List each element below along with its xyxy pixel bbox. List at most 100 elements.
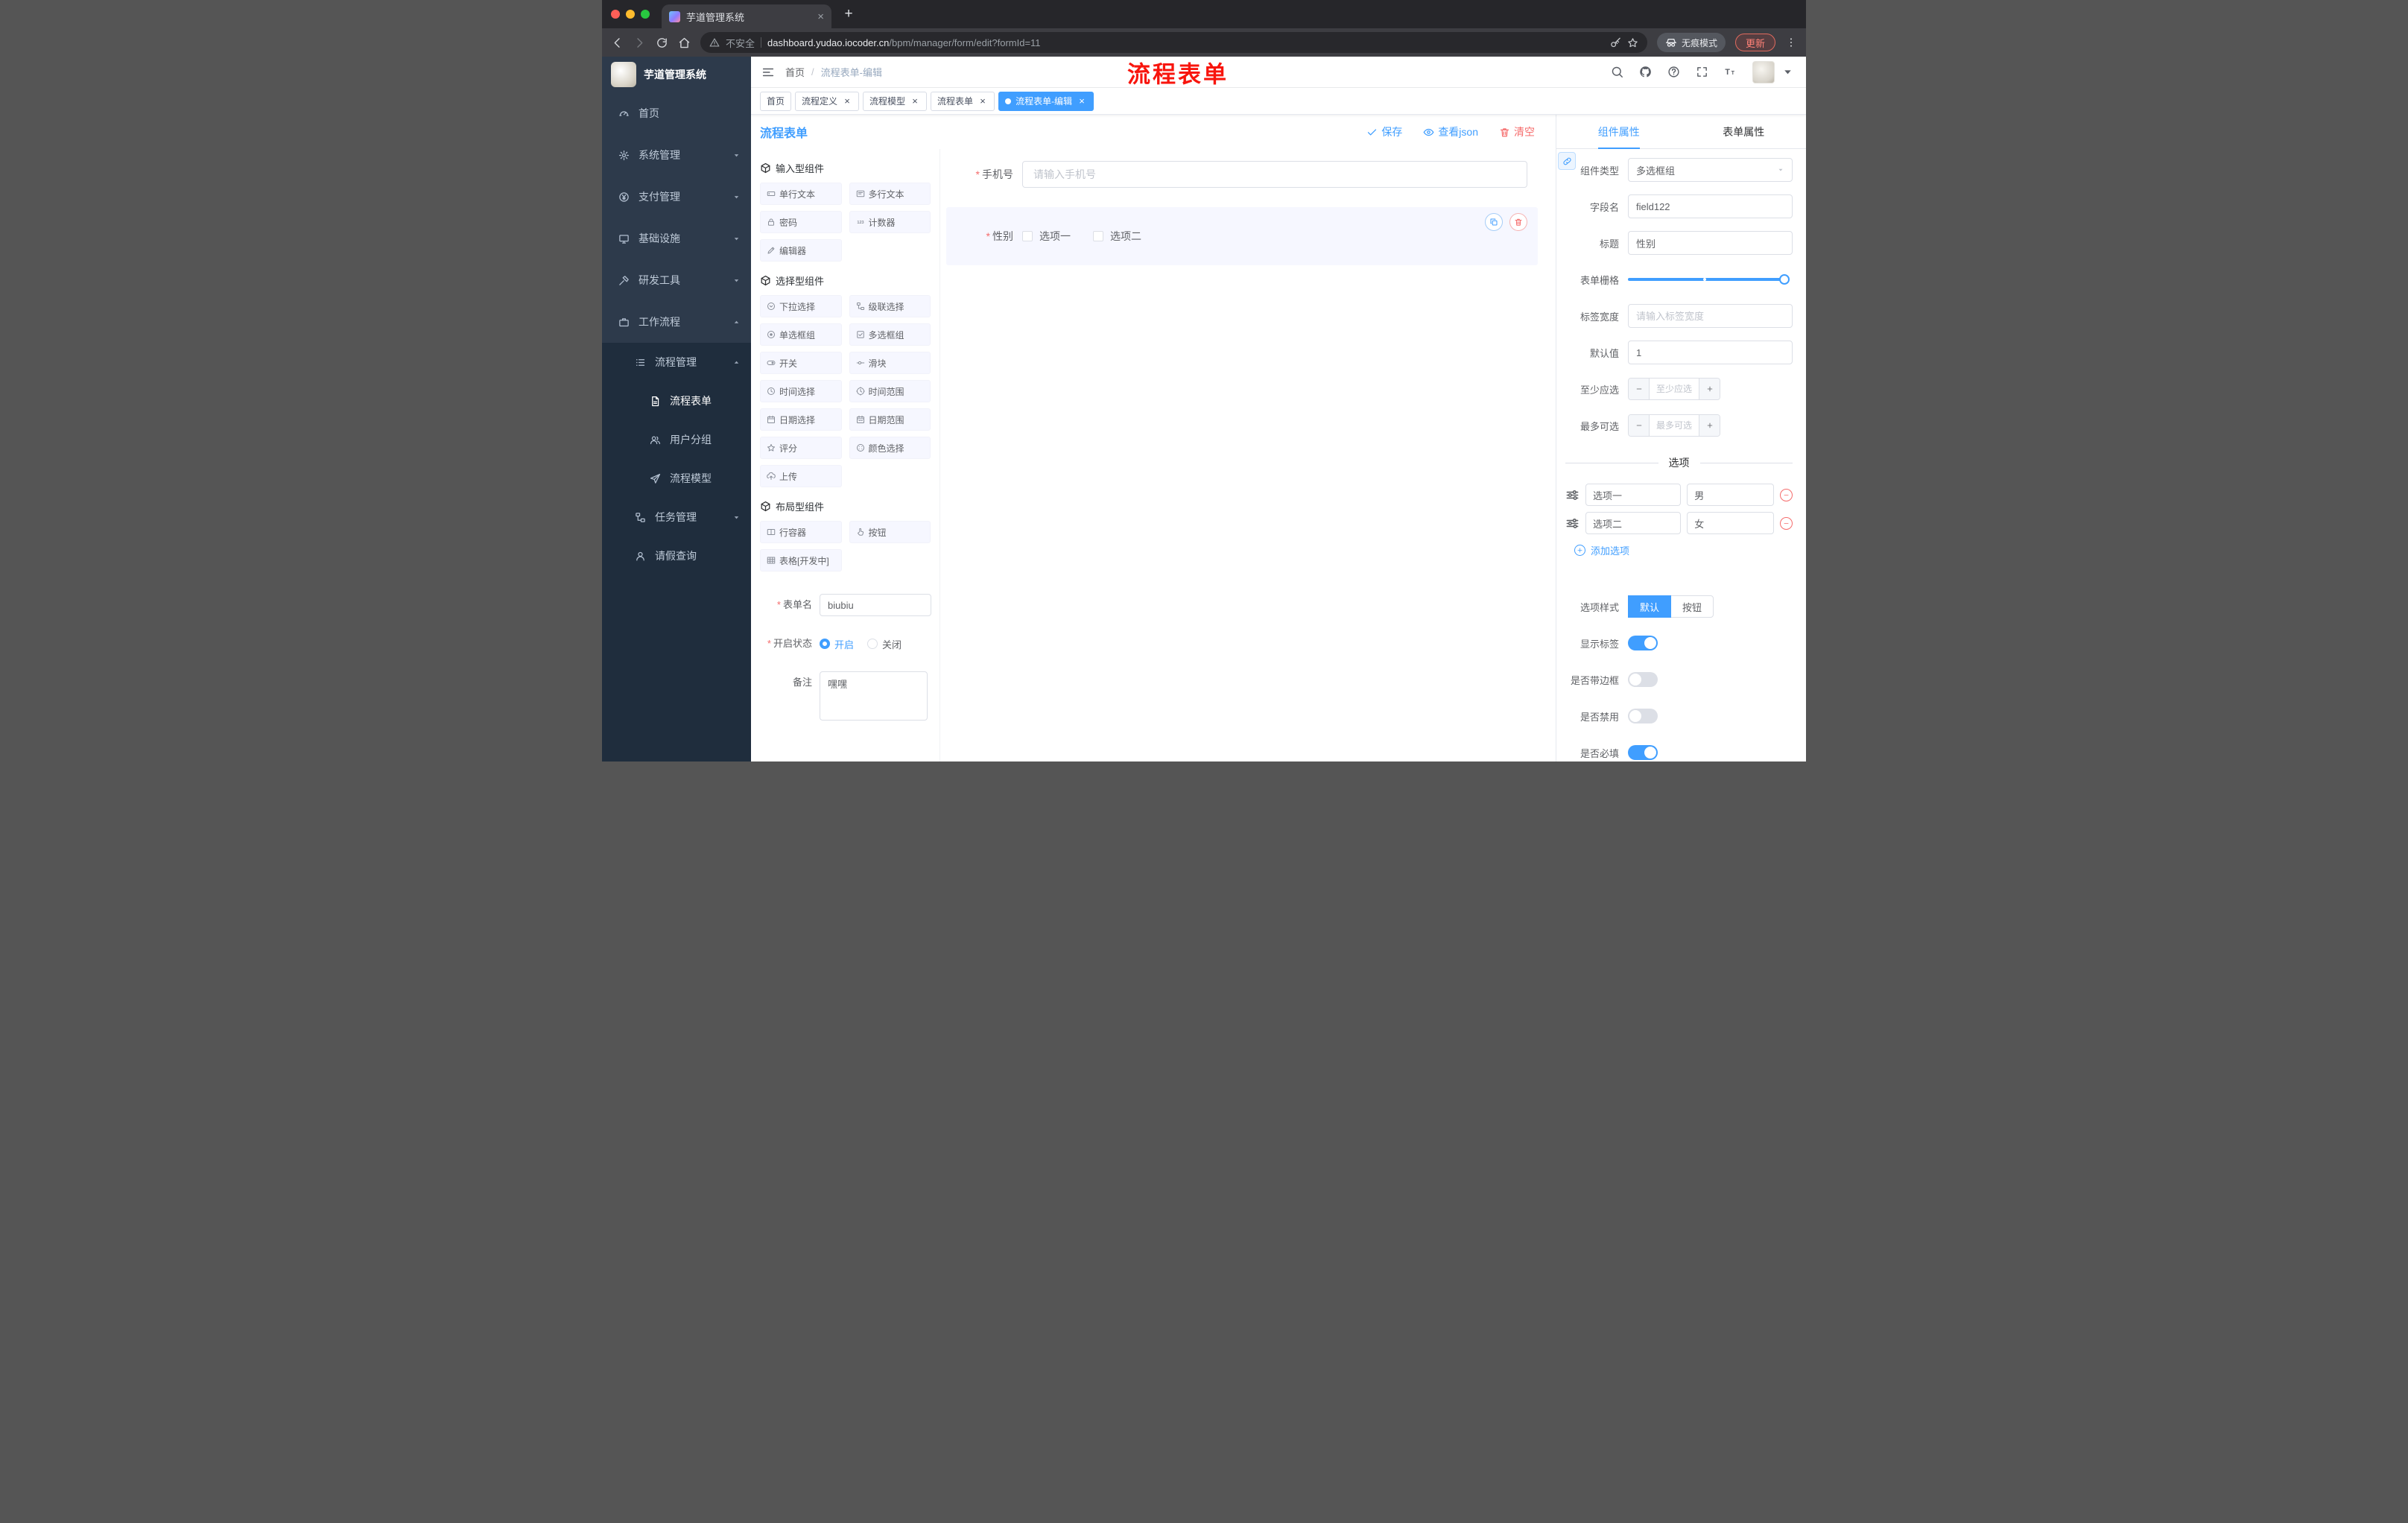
palette-item-radio-group[interactable]: 单选框组 xyxy=(760,323,842,346)
palette-item-time-picker[interactable]: 时间选择 xyxy=(760,380,842,402)
reload-icon[interactable] xyxy=(656,37,668,49)
address-bar[interactable]: 不安全 dashboard.yudao.iocoder.cn/bpm/manag… xyxy=(700,32,1647,53)
palette-item-password[interactable]: 密码 xyxy=(760,211,842,233)
component-type-select[interactable]: 多选框组 xyxy=(1628,158,1793,182)
gender-widget-selected[interactable]: * 性别 选项一 选项二 xyxy=(946,207,1538,265)
palette-item-date-picker[interactable]: 日期选择 xyxy=(760,408,842,431)
browser-tab[interactable]: 芋道管理系统 × xyxy=(662,4,831,28)
palette-item-checkbox-group[interactable]: 多选框组 xyxy=(849,323,931,346)
font-size-icon[interactable] xyxy=(1724,66,1737,78)
palette-item-switch[interactable]: 开关 xyxy=(760,352,842,374)
sidebar-item-process-model[interactable]: 流程模型 xyxy=(602,459,751,498)
sidebar-item-workflow[interactable]: 工作流程 xyxy=(602,301,751,343)
option-style-choice[interactable]: 默认 xyxy=(1628,595,1672,618)
window-minimize-button[interactable] xyxy=(626,10,635,19)
tag-process-form[interactable]: 流程表单 × xyxy=(931,91,995,111)
slider-handle[interactable] xyxy=(1779,274,1790,285)
tag-process-definition[interactable]: 流程定义 × xyxy=(795,91,860,111)
show-label-switch[interactable] xyxy=(1628,636,1658,650)
palette-item-counter[interactable]: 计数器 xyxy=(849,211,931,233)
github-icon[interactable] xyxy=(1639,66,1652,78)
tag-close-icon[interactable]: × xyxy=(1077,96,1087,106)
sidebar-item-home[interactable]: 首页 xyxy=(602,92,751,134)
min-select-input[interactable] xyxy=(1650,379,1699,399)
gender-checkbox[interactable]: 选项二 xyxy=(1093,229,1141,244)
phone-input[interactable] xyxy=(1022,161,1527,188)
browser-menu-icon[interactable] xyxy=(1785,37,1797,48)
sidebar-item-devtools[interactable]: 研发工具 xyxy=(602,259,751,301)
sidebar-item-user-group[interactable]: 用户分组 xyxy=(602,420,751,459)
fullscreen-icon[interactable] xyxy=(1696,66,1708,78)
option-label-input[interactable] xyxy=(1585,484,1682,506)
tag-process-model[interactable]: 流程模型 × xyxy=(863,91,928,111)
back-icon[interactable] xyxy=(611,37,624,49)
tab-form-props[interactable]: 表单属性 xyxy=(1682,115,1807,148)
required-switch[interactable] xyxy=(1628,745,1658,760)
home-icon[interactable] xyxy=(678,37,691,49)
palette-item-rate[interactable]: 评分 xyxy=(760,437,842,459)
increase-button[interactable] xyxy=(1699,379,1720,399)
sidebar-item-task-management[interactable]: 任务管理 xyxy=(602,498,751,536)
help-icon[interactable] xyxy=(1667,66,1680,78)
sidebar-item-infrastructure[interactable]: 基础设施 xyxy=(602,218,751,259)
tab-component-props[interactable]: 组件属性 xyxy=(1556,115,1682,148)
option-value-input[interactable] xyxy=(1687,484,1774,506)
gender-checkbox[interactable]: 选项一 xyxy=(1022,229,1071,244)
window-close-button[interactable] xyxy=(611,10,620,19)
bookmark-star-icon[interactable] xyxy=(1627,37,1638,48)
label-width-input[interactable] xyxy=(1628,304,1793,328)
remove-option-button[interactable] xyxy=(1780,516,1793,530)
tag-close-icon[interactable]: × xyxy=(978,96,988,106)
decrease-button[interactable] xyxy=(1629,379,1650,399)
sidebar-item-payment[interactable]: 支付管理 xyxy=(602,176,751,218)
remove-option-button[interactable] xyxy=(1780,488,1793,501)
status-radio[interactable]: 开启 xyxy=(820,637,854,651)
disabled-switch[interactable] xyxy=(1628,709,1658,723)
palette-item-date-range[interactable]: 日期范围 xyxy=(849,408,931,431)
avatar[interactable] xyxy=(1752,60,1775,83)
form-grid-slider[interactable] xyxy=(1628,267,1793,291)
tag-home[interactable]: 首页 × xyxy=(760,91,792,111)
sidebar-toggle-icon[interactable] xyxy=(761,66,775,79)
copy-widget-button[interactable] xyxy=(1485,213,1503,231)
option-label-input[interactable] xyxy=(1585,512,1682,534)
forward-icon[interactable] xyxy=(633,37,646,49)
default-value-input[interactable] xyxy=(1628,341,1793,364)
anchor-link-button[interactable] xyxy=(1558,152,1576,170)
tag-close-icon[interactable]: × xyxy=(910,96,920,106)
palette-item-row-container[interactable]: 行容器 xyxy=(760,521,842,543)
palette-item-color-picker[interactable]: 颜色选择 xyxy=(849,437,931,459)
palette-item-upload[interactable]: 上传 xyxy=(760,465,842,487)
max-select-input[interactable] xyxy=(1650,415,1699,436)
update-button[interactable]: 更新 xyxy=(1734,34,1775,51)
view-json-button[interactable]: 查看json xyxy=(1423,124,1478,139)
breadcrumb-home[interactable]: 首页 xyxy=(785,65,805,79)
avatar-caret-icon[interactable] xyxy=(1781,66,1794,78)
drag-handle-icon[interactable] xyxy=(1565,488,1580,502)
drag-handle-icon[interactable] xyxy=(1565,516,1580,531)
clear-button[interactable]: 清空 xyxy=(1499,124,1535,139)
palette-item-single-line-text[interactable]: 单行文本 xyxy=(760,183,842,205)
save-button[interactable]: 保存 xyxy=(1366,124,1402,139)
palette-item-multi-line-text[interactable]: 多行文本 xyxy=(849,183,931,205)
sidebar-item-process-form[interactable]: 流程表单 xyxy=(602,381,751,420)
tag-process-form-edit[interactable]: 流程表单-编辑 × xyxy=(998,91,1094,111)
palette-item-time-range[interactable]: 时间范围 xyxy=(849,380,931,402)
option-style-choice[interactable]: 按钮 xyxy=(1670,595,1714,618)
app-logo[interactable]: 芋道管理系统 xyxy=(602,57,751,92)
sidebar-item-leave-query[interactable]: 请假查询 xyxy=(602,536,751,575)
form-remark-textarea[interactable]: 嘿嘿 xyxy=(820,671,928,721)
palette-item-cascader[interactable]: 级联选择 xyxy=(849,295,931,317)
sidebar-item-system[interactable]: 系统管理 xyxy=(602,134,751,176)
sidebar-item-process-management[interactable]: 流程管理 xyxy=(602,343,751,381)
palette-item-table[interactable]: 表格[开发中] xyxy=(760,549,842,571)
status-radio[interactable]: 关闭 xyxy=(867,637,902,651)
palette-item-select[interactable]: 下拉选择 xyxy=(760,295,842,317)
decrease-button[interactable] xyxy=(1629,415,1650,436)
option-value-input[interactable] xyxy=(1687,512,1774,534)
increase-button[interactable] xyxy=(1699,415,1720,436)
tag-close-icon[interactable]: × xyxy=(842,96,852,106)
border-switch[interactable] xyxy=(1628,672,1658,687)
tab-close-icon[interactable]: × xyxy=(817,11,824,22)
title-input[interactable] xyxy=(1628,231,1793,255)
